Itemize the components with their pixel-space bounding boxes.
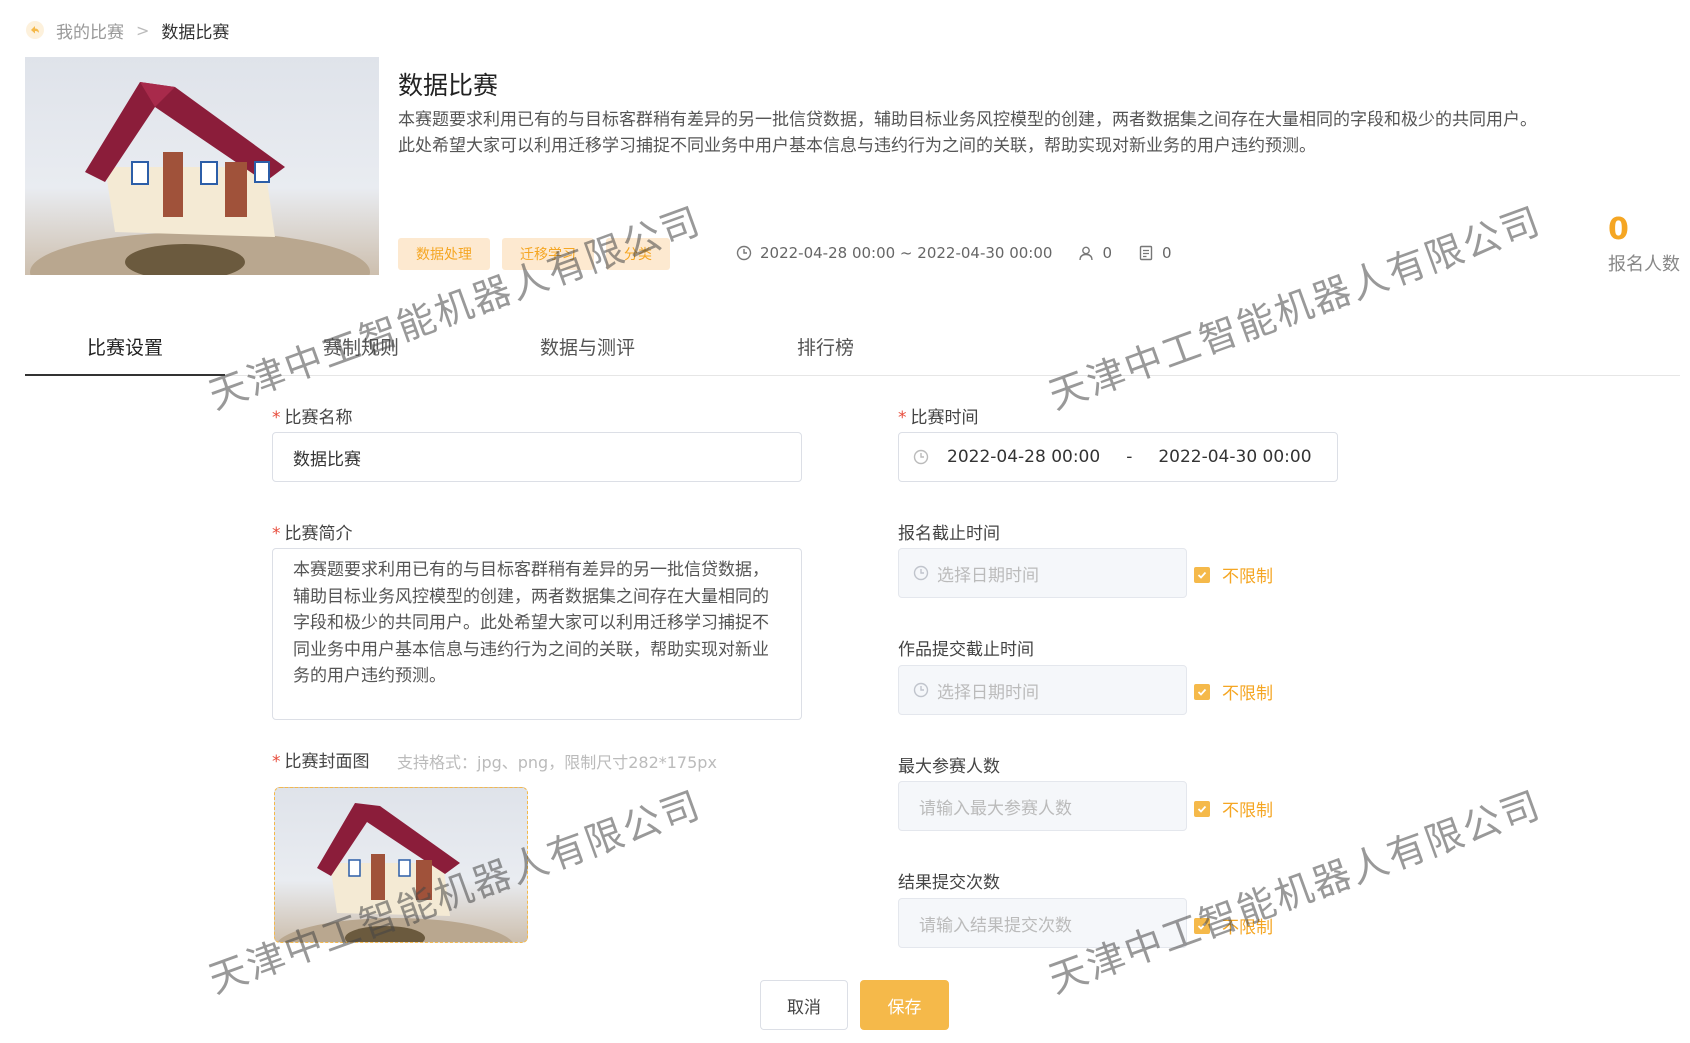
cover-image-hint: 支持格式：jpg、png，限制尺寸282*175px <box>397 753 717 772</box>
watermark-text: 天津中工智能机器人有限公司 <box>1043 198 1547 418</box>
competition-name-input[interactable]: 数据比赛 <box>272 432 802 482</box>
tab-data-evaluation[interactable]: 数据与测评 <box>540 333 635 360</box>
document-icon <box>1139 245 1153 261</box>
time-range-text: 2022-04-28 00:00 ~ 2022-04-30 00:00 <box>760 244 1053 262</box>
result-submits-label: 结果提交次数 <box>898 873 1000 893</box>
cancel-button[interactable]: 取消 <box>760 980 848 1030</box>
participant-count: 0 <box>1102 244 1112 262</box>
time-separator: - <box>1126 447 1133 467</box>
competition-intro-textarea[interactable]: 本赛题要求利用已有的与目标客群稍有差异的另一批信贷数据，辅助目标业务风控模型的创… <box>272 548 802 720</box>
save-button[interactable]: 保存 <box>860 980 949 1030</box>
check-icon <box>1194 566 1210 583</box>
max-participants-input[interactable]: 请输入最大参赛人数 <box>898 781 1187 831</box>
competition-title: 数据比赛 <box>398 71 499 100</box>
competition-description: 本赛题要求利用已有的与目标客群稍有差异的另一批信贷数据，辅助目标业务风控模型的创… <box>398 110 1537 156</box>
breadcrumb-parent[interactable]: 我的比赛 <box>56 18 124 43</box>
signup-deadline-placeholder: 选择日期时间 <box>937 565 1039 586</box>
breadcrumb: 我的比赛 > 数据比赛 <box>26 18 230 43</box>
check-icon <box>1194 800 1210 817</box>
back-arrow-icon[interactable] <box>26 21 44 39</box>
tab-leaderboard[interactable]: 排行榜 <box>797 333 854 360</box>
user-icon <box>1079 246 1094 261</box>
tab-settings[interactable]: 比赛设置 <box>87 333 163 360</box>
clock-icon <box>913 682 929 698</box>
time-end: 2022-04-30 00:00 <box>1158 447 1312 467</box>
signup-deadline-label: 报名截止时间 <box>898 524 1000 544</box>
competition-time-range-picker[interactable]: 2022-04-28 00:00 - 2022-04-30 00:00 <box>898 432 1338 482</box>
competition-intro-label: * 比赛简介 <box>272 524 353 544</box>
submit-unlimited-checkbox[interactable]: 不限制 <box>1194 679 1273 704</box>
competition-name-label: * 比赛名称 <box>272 408 353 428</box>
result-submits-placeholder: 请输入结果提交次数 <box>919 915 1072 936</box>
submission-count: 0 <box>1162 244 1172 262</box>
breadcrumb-separator: > <box>136 20 150 40</box>
tag-item: 数据处理 <box>398 238 490 270</box>
competition-cover-image <box>25 57 379 275</box>
signup-count-label: 报名人数 <box>1608 254 1680 275</box>
active-tab-indicator <box>25 374 225 376</box>
submit-deadline-picker[interactable]: 选择日期时间 <box>898 665 1187 715</box>
clock-icon <box>913 565 929 581</box>
time-start: 2022-04-28 00:00 <box>947 447 1101 467</box>
competition-time-label: * 比赛时间 <box>898 408 979 428</box>
check-icon <box>1194 683 1210 700</box>
signup-count: 0 <box>1608 212 1629 247</box>
competition-meta: 2022-04-28 00:00 ~ 2022-04-30 00:00 0 0 <box>736 244 1198 262</box>
clock-icon <box>736 245 752 261</box>
max-participants-placeholder: 请输入最大参赛人数 <box>919 798 1072 819</box>
cover-image-label: * 比赛封面图 <box>272 752 370 772</box>
signup-unlimited-checkbox[interactable]: 不限制 <box>1194 562 1273 587</box>
max-participants-unlimited-checkbox[interactable]: 不限制 <box>1194 796 1273 821</box>
signup-deadline-picker[interactable]: 选择日期时间 <box>898 548 1187 598</box>
submit-deadline-label: 作品提交截止时间 <box>898 640 1034 660</box>
clock-icon <box>913 449 929 465</box>
max-participants-label: 最大参赛人数 <box>898 757 1000 777</box>
submit-deadline-placeholder: 选择日期时间 <box>937 682 1039 703</box>
breadcrumb-current: 数据比赛 <box>161 22 230 43</box>
